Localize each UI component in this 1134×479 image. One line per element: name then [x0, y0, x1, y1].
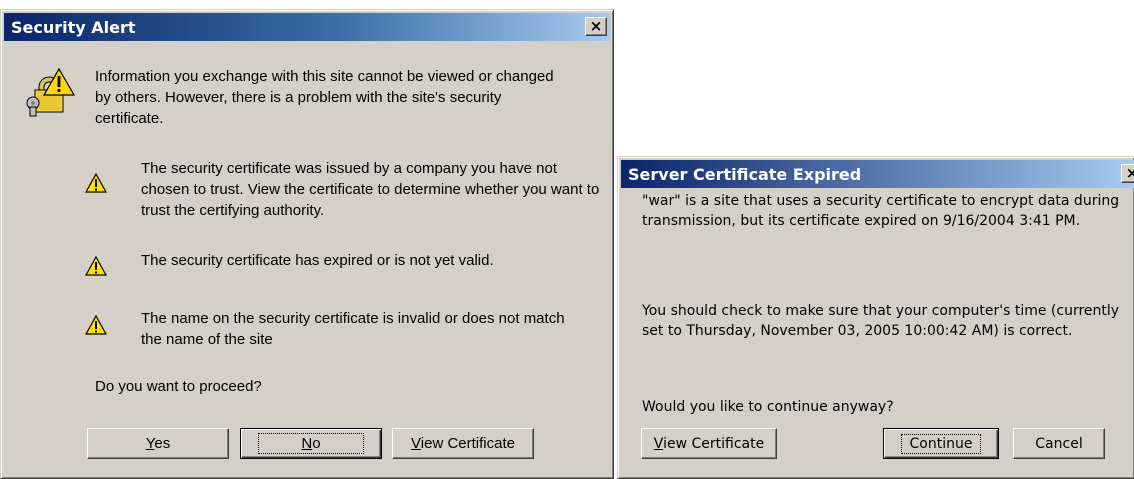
server-cert-question: Would you like to continue anyway?: [642, 399, 894, 415]
server-certificate-expired-dialog: Server Certificate Expired × "war" is a …: [617, 156, 1134, 479]
warning-expired: The security certificate has expired or …: [141, 252, 494, 269]
cancel-label: Cancel: [1035, 435, 1083, 452]
yes-label: Yes: [145, 435, 171, 452]
server-cert-expiry-message: "war" is a site that uses a security cer…: [642, 193, 1120, 229]
security-alert-dialog: Security Alert × Information you exchang…: [0, 9, 614, 479]
view-certificate-label: View Certificate: [653, 435, 765, 452]
security-alert-title: Security Alert: [11, 18, 136, 37]
server-cert-title: Server Certificate Expired: [628, 165, 862, 184]
continue-button[interactable]: Continue: [883, 428, 999, 459]
security-alert-titlebar[interactable]: Security Alert ×: [4, 13, 610, 41]
view-certificate-button[interactable]: View Certificate: [641, 428, 777, 459]
server-cert-titlebar[interactable]: Server Certificate Expired ×: [621, 160, 1134, 188]
no-label: No: [258, 433, 364, 454]
server-cert-close-button[interactable]: ×: [1121, 164, 1134, 183]
security-alert-question: Do you want to proceed?: [95, 378, 262, 395]
view-certificate-button[interactable]: View Certificate: [392, 428, 534, 459]
no-button[interactable]: No: [240, 428, 382, 459]
cancel-button[interactable]: Cancel: [1013, 428, 1105, 459]
view-certificate-label: View Certificate: [411, 435, 515, 452]
warning-icon: [85, 256, 107, 276]
lock-key-warning-icon: [26, 67, 75, 117]
warning-untrusted-issuer: The security certificate was issued by a…: [141, 160, 600, 219]
security-alert-intro: Information you exchange with this site …: [95, 68, 554, 127]
continue-label: Continue: [900, 433, 982, 454]
yes-button[interactable]: Yes: [87, 428, 229, 459]
warning-name-mismatch: The name on the security certificate is …: [141, 310, 565, 348]
warning-icon: [85, 173, 107, 193]
server-cert-time-message: You should check to make sure that your …: [642, 303, 1120, 339]
security-alert-close-button[interactable]: ×: [585, 17, 607, 36]
warning-icon: [85, 315, 107, 335]
